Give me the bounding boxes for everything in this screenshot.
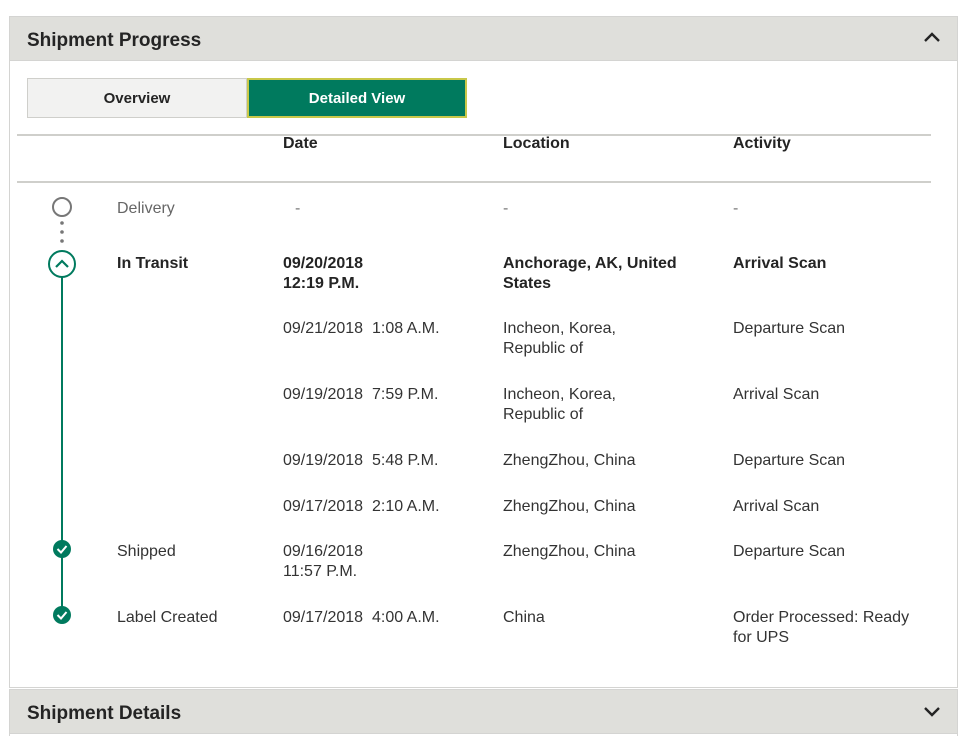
date-cell: 09/20/2018 12:19 P.M. [283, 254, 363, 294]
time-text: 12:19 P.M. [283, 275, 360, 292]
shipment-progress-header[interactable]: Shipment Progress [10, 17, 957, 61]
date-cell: 09/17/2018 4:00 A.M. [283, 608, 440, 628]
tab-overview[interactable]: Overview [27, 78, 247, 118]
table-top-rule [17, 134, 931, 136]
location-cell: Anchorage, AK, United States [503, 254, 677, 294]
date-text: 09/20/2018 [283, 255, 364, 272]
activity-cell: Order Processed: Ready for UPS [733, 608, 909, 648]
activity-cell: Departure Scan [733, 320, 846, 337]
status-delivery: Delivery [117, 200, 175, 217]
activity-cell: Arrival Scan [733, 255, 827, 272]
status-label-created: Label Created [117, 609, 218, 626]
status-in-transit[interactable]: In Transit [117, 254, 188, 274]
activity-cell: Arrival Scan [733, 386, 820, 403]
location-cell: ZhengZhou, China [503, 498, 636, 515]
location-text: Republic of [503, 340, 584, 357]
date-cell: 09/21/2018 1:08 A.M. [283, 319, 440, 339]
activity-cell: - [733, 200, 739, 217]
location-cell: Incheon, Korea, Republic of [503, 319, 616, 359]
chevron-down-icon[interactable] [921, 700, 943, 722]
date-cell: 09/19/2018 7:59 P.M. [283, 385, 438, 405]
shipment-progress-panel: Shipment Progress Overview Detailed View [9, 16, 958, 688]
table-header-rule [17, 181, 931, 183]
activity-text: Order Processed: Ready [733, 609, 910, 626]
date-cell: 09/19/2018 5:48 P.M. [283, 451, 438, 471]
status-shipped: Shipped [117, 543, 176, 560]
date-text: 09/19/2018 [283, 452, 364, 469]
location-text: Incheon, Korea, [503, 386, 616, 403]
shipment-details-panel: Shipment Details [9, 689, 958, 736]
activity-text: for UPS [733, 629, 790, 646]
location-cell: Incheon, Korea, Republic of [503, 385, 616, 425]
date-text: 09/19/2018 [283, 386, 364, 403]
date-text: 09/17/2018 [283, 609, 364, 626]
shipment-details-title: Shipment Details [27, 703, 182, 724]
location-cell: China [503, 609, 545, 626]
chevron-up-icon[interactable] [921, 27, 943, 49]
time-text: 2:10 A.M. [371, 498, 440, 515]
location-cell: ZhengZhou, China [503, 452, 636, 469]
date-text: 09/16/2018 [283, 543, 364, 560]
date-cell: - [295, 200, 301, 217]
shipment-progress-title: Shipment Progress [27, 30, 202, 51]
tab-detailed-view[interactable]: Detailed View [247, 78, 467, 118]
location-text: Incheon, Korea, [503, 320, 616, 337]
date-cell: 09/17/2018 2:10 A.M. [283, 497, 440, 517]
activity-cell: Departure Scan [733, 452, 846, 469]
date-cell: 09/16/2018 11:57 P.M. [283, 542, 363, 582]
date-text: 09/17/2018 [283, 498, 364, 515]
time-text: 1:08 A.M. [371, 320, 440, 337]
location-text: Republic of [503, 406, 584, 423]
location-cell: ZhengZhou, China [503, 543, 636, 560]
time-text: 4:00 A.M. [371, 609, 440, 626]
time-text: 7:59 P.M. [371, 386, 439, 403]
activity-cell: Departure Scan [733, 543, 846, 560]
column-header-activity: Activity [733, 135, 791, 152]
location-cell: - [503, 200, 509, 217]
location-text: Anchorage, AK, United [503, 255, 677, 272]
date-text: 09/21/2018 [283, 320, 364, 337]
column-header-date: Date [283, 135, 318, 152]
activity-cell: Arrival Scan [733, 498, 820, 515]
location-text: States [503, 275, 552, 292]
shipment-details-header[interactable]: Shipment Details [10, 690, 957, 734]
time-text: 11:57 P.M. [283, 563, 358, 580]
time-text: 5:48 P.M. [371, 452, 439, 469]
column-header-location: Location [503, 135, 570, 152]
